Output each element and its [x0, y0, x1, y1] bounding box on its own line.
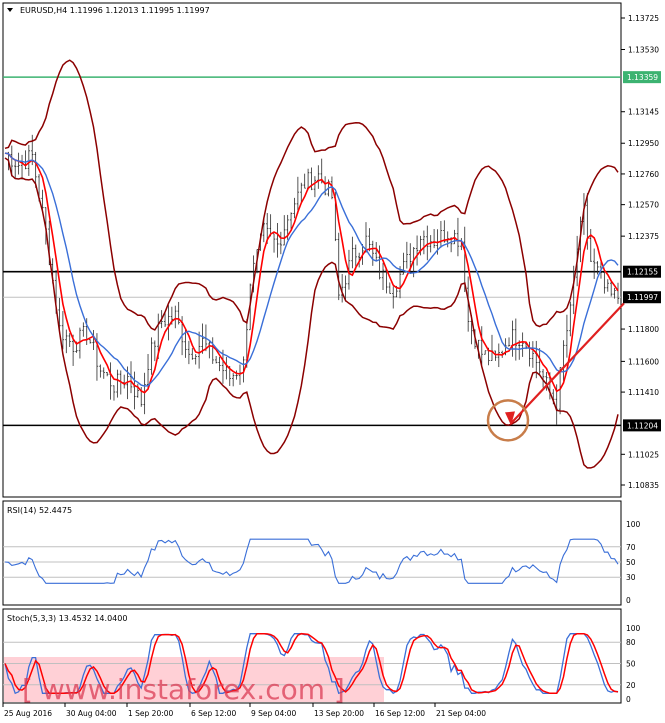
- price-tick-label: 1.12375: [628, 232, 659, 241]
- price-tick-label: 1.11800: [628, 325, 659, 334]
- rsi-tick-label: 50: [626, 558, 636, 567]
- time-tick-label: 21 Sep 04:00: [436, 709, 486, 718]
- support-level-box-label: 1.11204: [627, 421, 658, 430]
- green-level-box-label: 1.13359: [627, 73, 658, 82]
- rsi-panel: [2, 500, 622, 606]
- rsi-tick-label: 0: [626, 596, 631, 605]
- price-tick-label: 1.11025: [628, 450, 659, 459]
- price-tick-label: 1.13530: [628, 46, 659, 55]
- stoch-tick-label: 20: [626, 681, 636, 690]
- symbol-header: EURUSD,H4 1.11996 1.12013 1.11995 1.1199…: [20, 6, 210, 15]
- stoch-label: Stoch(5,3,3) 13.4532 14.0400: [7, 614, 127, 623]
- price-tick-label: 1.12760: [628, 170, 659, 179]
- price-tick-label: 1.13145: [628, 108, 659, 117]
- current-price-box-label: 1.11997: [627, 293, 658, 302]
- rsi-tick-label: 70: [626, 543, 636, 552]
- price-tick-label: 1.13725: [628, 14, 659, 23]
- stoch-tick-label: 100: [626, 624, 641, 633]
- price-tick-label: 1.10835: [628, 481, 659, 490]
- resistance-level-box-label: 1.12155: [627, 268, 658, 277]
- rsi-tick-label: 100: [626, 520, 641, 529]
- time-tick-label: 25 Aug 2016: [4, 709, 52, 718]
- time-tick-label: 9 Sep 04:00: [251, 709, 297, 718]
- price-tick-label: 1.11600: [628, 357, 659, 366]
- time-tick-label: 16 Sep 12:00: [375, 709, 425, 718]
- stoch-tick-label: 50: [626, 660, 636, 669]
- rsi-label: RSI(14) 52.4475: [7, 506, 72, 515]
- price-tick-label: 1.12570: [628, 201, 659, 210]
- time-tick-label: 13 Sep 20:00: [314, 709, 364, 718]
- stoch-tick-label: 0: [626, 695, 631, 704]
- watermark-text: [ www.instaforex.com ]: [22, 673, 345, 706]
- price-tick-label: 1.12950: [628, 139, 659, 148]
- time-tick-label: 6 Sep 12:00: [191, 709, 237, 718]
- chart-canvas: EURUSD,H4 1.11996 1.12013 1.11995 1.1199…: [2, 2, 661, 718]
- stoch-tick-label: 80: [626, 638, 636, 647]
- time-tick-label: 30 Aug 04:00: [66, 709, 117, 718]
- time-tick-label: 1 Sep 20:00: [128, 709, 174, 718]
- rsi-tick-label: 30: [626, 573, 636, 582]
- price-tick-label: 1.11410: [628, 388, 659, 397]
